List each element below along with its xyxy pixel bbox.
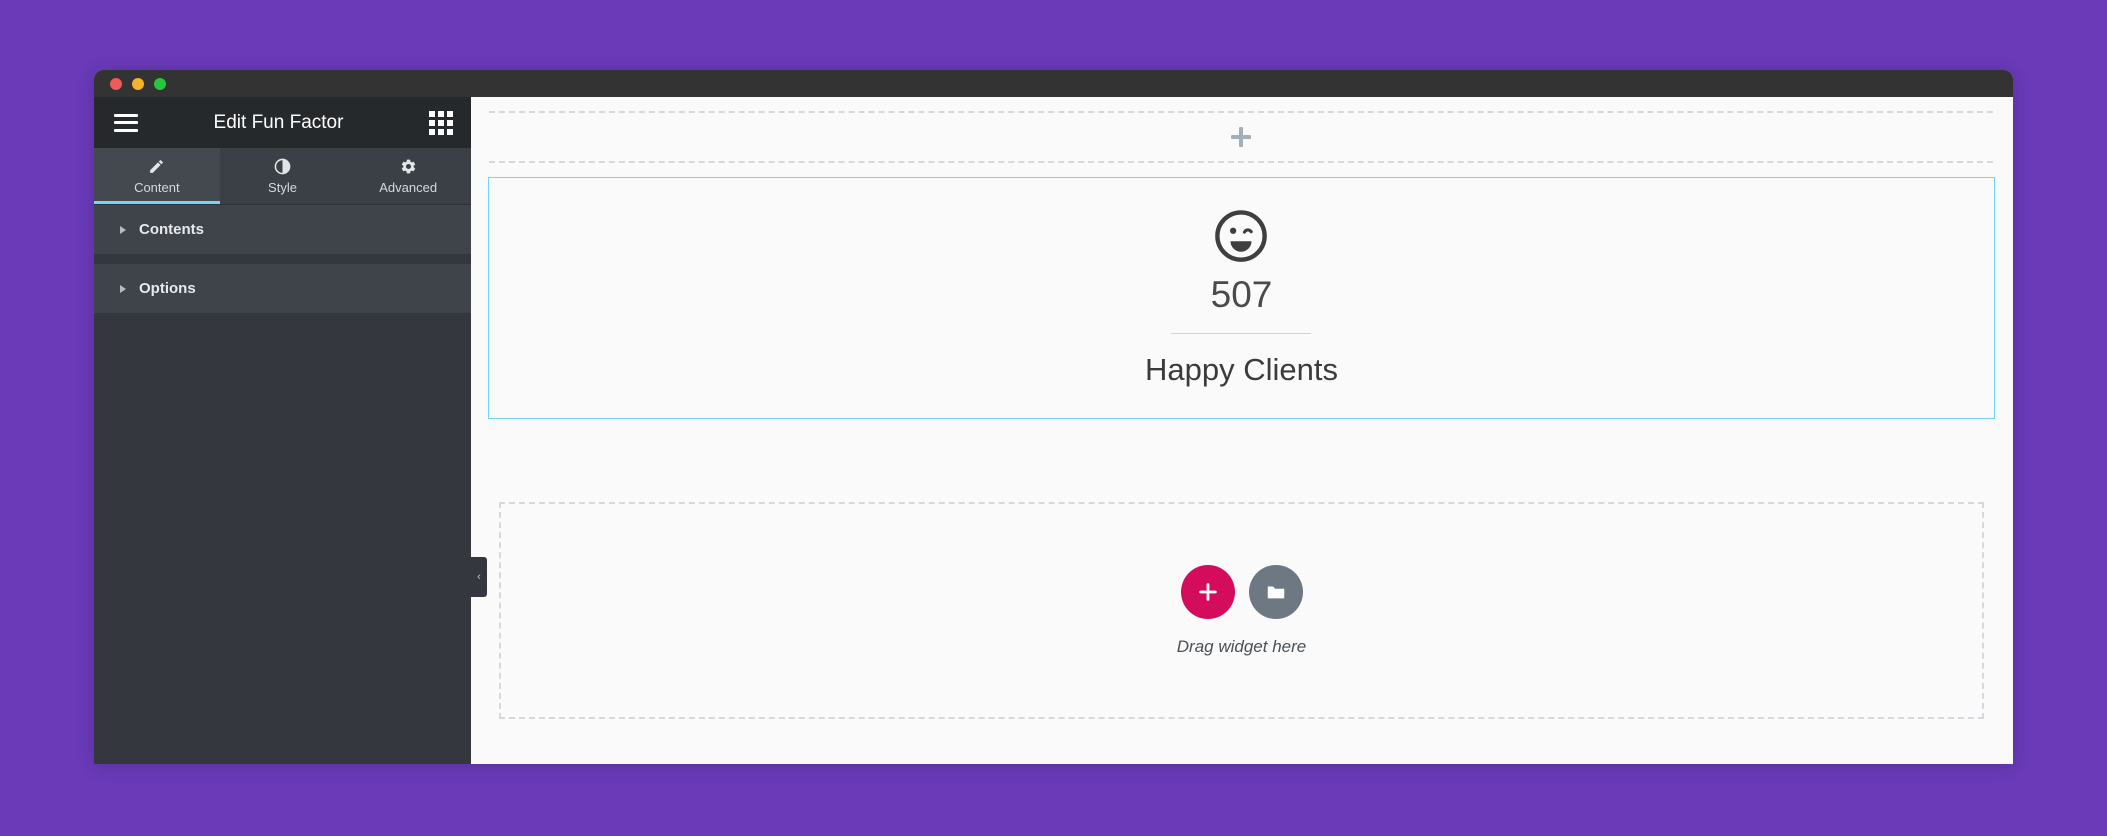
chevron-right-icon bbox=[120, 225, 126, 234]
pencil-icon bbox=[148, 158, 165, 176]
gear-icon bbox=[400, 158, 417, 176]
minimize-button[interactable] bbox=[132, 77, 144, 90]
section-options-label: Options bbox=[139, 280, 196, 297]
drop-zone-label: Drag widget here bbox=[1176, 636, 1307, 656]
section-contents-label: Contents bbox=[139, 221, 204, 238]
panel-collapse-handle[interactable]: ‹ bbox=[471, 557, 487, 597]
window-body: Edit Fun Factor Content Style Advanced C… bbox=[94, 97, 2013, 764]
maximize-button[interactable] bbox=[154, 77, 166, 90]
add-widget-button[interactable] bbox=[1180, 564, 1235, 619]
editor-panel: Edit Fun Factor Content Style Advanced C… bbox=[94, 97, 487, 764]
plus-icon bbox=[1198, 582, 1217, 601]
tab-advanced[interactable]: Advanced bbox=[345, 148, 471, 204]
chevron-right-icon bbox=[120, 284, 126, 293]
app-window: Edit Fun Factor Content Style Advanced C… bbox=[94, 70, 2013, 764]
close-button[interactable] bbox=[110, 77, 122, 90]
panel-title: Edit Fun Factor bbox=[213, 111, 344, 133]
drop-zone-buttons bbox=[1180, 564, 1303, 619]
window-titlebar bbox=[94, 70, 2013, 97]
add-section-button[interactable] bbox=[489, 111, 1993, 163]
tab-content[interactable]: Content bbox=[94, 148, 220, 204]
grid-apps-icon[interactable] bbox=[429, 110, 453, 135]
panel-tabs: Content Style Advanced bbox=[94, 148, 471, 205]
editor-canvas: 507 Happy Clients Drag widget here bbox=[471, 97, 2013, 764]
section-contents[interactable]: Contents bbox=[94, 205, 471, 255]
panel-header: Edit Fun Factor bbox=[94, 97, 471, 148]
fun-factor-number: 507 bbox=[1210, 273, 1273, 315]
panel-empty-area bbox=[94, 484, 471, 764]
contrast-icon bbox=[274, 158, 291, 176]
chevron-left-icon: ‹ bbox=[477, 571, 481, 583]
plus-icon bbox=[1231, 127, 1251, 147]
templates-button[interactable] bbox=[1248, 564, 1303, 619]
section-options[interactable]: Options bbox=[94, 264, 471, 314]
fun-factor-widget: 507 Happy Clients bbox=[1145, 208, 1338, 388]
panel-sections: Contents Options bbox=[94, 205, 471, 485]
tab-style[interactable]: Style bbox=[220, 148, 346, 204]
selected-widget-section[interactable]: 507 Happy Clients bbox=[488, 177, 1995, 419]
tab-advanced-label: Advanced bbox=[379, 179, 438, 195]
fun-factor-divider bbox=[1171, 333, 1312, 335]
fun-factor-title: Happy Clients bbox=[1145, 352, 1338, 388]
winking-smiley-icon bbox=[1213, 208, 1269, 269]
widget-drop-zone[interactable]: Drag widget here bbox=[499, 502, 1984, 719]
tab-content-label: Content bbox=[134, 179, 180, 195]
folder-icon bbox=[1267, 586, 1284, 598]
tab-style-label: Style bbox=[268, 179, 297, 195]
